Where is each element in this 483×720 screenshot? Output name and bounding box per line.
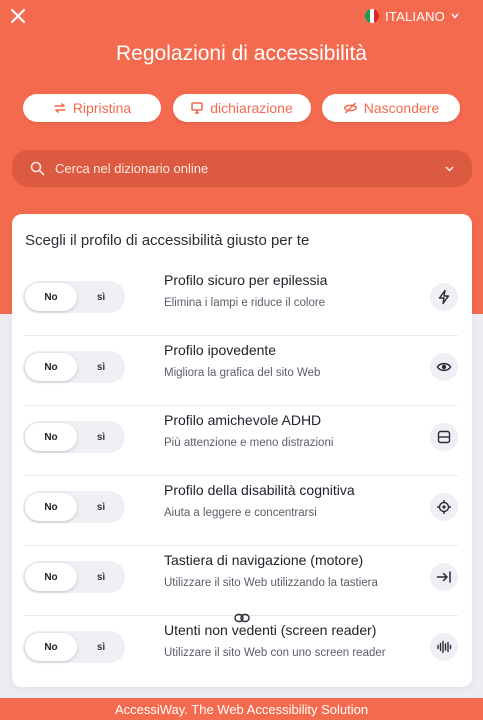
profile-title: Utenti non vedenti (screen reader): [164, 622, 377, 638]
toggle-off-option[interactable]: No: [25, 353, 77, 381]
profile-title: Profilo della disabilità cognitiva: [164, 482, 355, 498]
profile-description: Aiuta a leggere e concentrarsi: [164, 507, 317, 519]
profile-row-epilepsy: No sì Profilo sicuro per epilessia Elimi…: [12, 266, 472, 336]
toggle-on-option[interactable]: sì: [79, 283, 123, 311]
hide-label: Nascondere: [363, 100, 440, 116]
statement-button[interactable]: dichiarazione: [172, 94, 311, 122]
profiles-card: Scegli il profilo di accessibilità giust…: [12, 214, 472, 687]
arrow-to-end-icon: [430, 563, 458, 591]
monitor-icon: [191, 102, 204, 114]
toggle-off-option[interactable]: No: [25, 423, 77, 451]
search-input[interactable]: Cerca nel dizionario online: [55, 161, 445, 176]
profile-row-screen-reader: No sì Utenti non vedenti (screen reader)…: [12, 616, 472, 686]
profile-title: Tastiera di navigazione (motore): [164, 552, 364, 568]
toggle-on-option[interactable]: sì: [79, 493, 123, 521]
toggle-on-option[interactable]: sì: [79, 633, 123, 661]
language-label: ITALIANO: [385, 8, 445, 24]
profile-toggle[interactable]: No sì: [23, 281, 125, 313]
close-icon: [10, 8, 26, 24]
profile-row-cognitive: No sì Profilo della disabilità cognitiva…: [12, 476, 472, 546]
profile-toggle[interactable]: No sì: [23, 631, 125, 663]
profile-toggle[interactable]: No sì: [23, 491, 125, 523]
focus-frame-icon: [430, 423, 458, 451]
target-icon: [430, 493, 458, 521]
close-button[interactable]: [9, 7, 27, 25]
italy-flag-icon: [365, 9, 380, 23]
profile-toggle[interactable]: No sì: [23, 561, 125, 593]
profile-row-low-vision: No sì Profilo ipovedente Migliora la gra…: [12, 336, 472, 406]
eye-icon: [430, 353, 458, 381]
profile-description: Utilizzare il sito Web utilizzando la ta…: [164, 577, 378, 589]
profile-description: Elimina i lampi e riduce il colore: [164, 297, 326, 309]
toggle-off-option[interactable]: No: [25, 633, 77, 661]
bolt-icon: [430, 283, 458, 311]
link-icon[interactable]: [234, 612, 250, 624]
toggle-off-option[interactable]: No: [25, 493, 77, 521]
profile-title: Profilo sicuro per epilessia: [164, 272, 328, 288]
chevron-down-icon: [451, 13, 459, 19]
dictionary-search[interactable]: Cerca nel dizionario online: [12, 150, 472, 187]
profile-row-keyboard: No sì Tastiera di navigazione (motore) U…: [12, 546, 472, 616]
page-title: Regolazioni di accessibilità: [116, 42, 367, 65]
profile-description: Migliora la grafica del sito Web: [164, 367, 321, 379]
audio-wave-icon: [430, 633, 458, 661]
action-bar: Ripristina dichiarazione Nascondere: [23, 94, 460, 122]
profile-row-adhd: No sì Profilo amichevole ADHD Più attenz…: [12, 406, 472, 476]
toggle-on-option[interactable]: sì: [79, 353, 123, 381]
toggle-off-option[interactable]: No: [25, 283, 77, 311]
profile-title: Profilo amichevole ADHD: [164, 412, 322, 428]
reset-label: Ripristina: [72, 100, 132, 116]
profile-title: Profilo ipovedente: [164, 342, 277, 358]
statement-label: dichiarazione: [210, 100, 293, 116]
eye-off-icon: [343, 102, 358, 114]
hide-button[interactable]: Nascondere: [322, 94, 460, 122]
toggle-on-option[interactable]: sì: [79, 423, 123, 451]
profile-toggle[interactable]: No sì: [23, 421, 125, 453]
reset-button[interactable]: Ripristina: [23, 94, 161, 122]
search-icon: [30, 161, 45, 176]
profile-description: Utilizzare il sito Web con uno screen re…: [164, 647, 386, 659]
profile-description: Più attenzione e meno distrazioni: [164, 437, 334, 449]
footer-text: AccessiWay. The Web Accessibility Soluti…: [114, 701, 369, 717]
footer-brand[interactable]: AccessiWay. The Web Accessibility Soluti…: [0, 698, 483, 720]
language-selector[interactable]: ITALIANO: [365, 8, 459, 24]
profile-toggle[interactable]: No sì: [23, 351, 125, 383]
toggle-on-option[interactable]: sì: [79, 563, 123, 591]
toggle-off-option[interactable]: No: [25, 563, 77, 591]
profiles-heading: Scegli il profilo di accessibilità giust…: [25, 232, 310, 249]
refresh-icon: [54, 103, 66, 113]
chevron-down-icon: [445, 165, 454, 172]
